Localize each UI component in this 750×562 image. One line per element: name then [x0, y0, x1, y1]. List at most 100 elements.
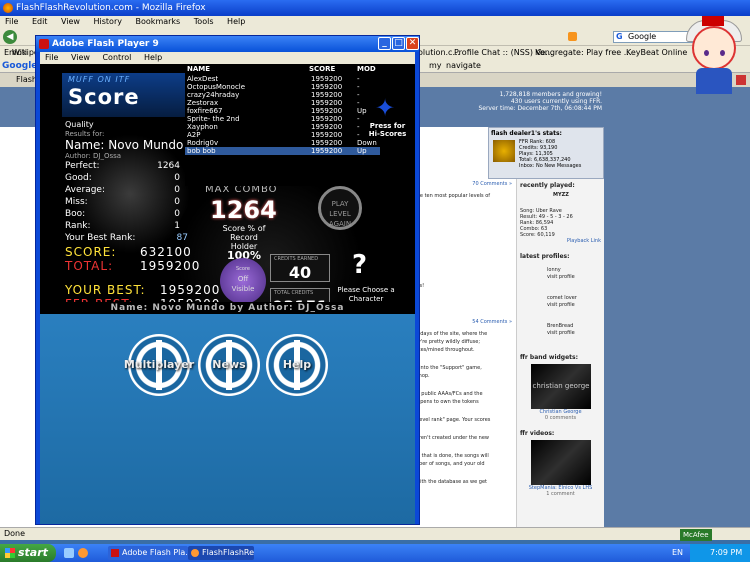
menu-file[interactable]: File	[5, 17, 18, 26]
menu-edit[interactable]: Edit	[32, 17, 48, 26]
stat-label-perfect: Perfect:	[65, 161, 100, 171]
board-header-score: SCORE	[309, 65, 336, 73]
board-row-score: 1959200	[311, 115, 343, 123]
menu-bookmarks[interactable]: Bookmarks	[136, 17, 181, 26]
recently-played-title: recently played:	[520, 182, 575, 189]
running-figure-icon[interactable]: ✦	[370, 94, 400, 122]
minimize-icon[interactable]: _	[378, 37, 391, 50]
total-credits-label: TOTAL CREDITS	[274, 290, 314, 296]
board-row: A2P 1959200 -	[185, 131, 380, 139]
language-indicator[interactable]: EN	[672, 544, 683, 562]
profile-name[interactable]: comet lover	[547, 295, 604, 302]
menu-history[interactable]: History	[94, 17, 122, 26]
maximize-icon[interactable]: □	[392, 37, 405, 50]
board-header-name: NAME	[187, 65, 211, 73]
stat-line: Server time: December 7th, 06:08:44 PM	[478, 105, 602, 112]
board-row-score: 1959200	[311, 147, 343, 155]
board-row-mod: -	[357, 99, 360, 107]
your-best-label: YOUR BEST:	[65, 283, 146, 297]
help-button[interactable]: Help	[266, 334, 328, 396]
help-label: Help	[282, 358, 312, 371]
stat-label-average: Average:	[65, 185, 105, 195]
firefox-task-icon	[191, 549, 199, 557]
score-visible-toggle[interactable]: Score Off Visible	[220, 258, 266, 304]
mascot-image	[680, 16, 746, 96]
board-row-mod: -	[357, 123, 360, 131]
google-my[interactable]: my	[429, 59, 442, 73]
board-row-name: bob bob	[187, 147, 216, 155]
band-thumbnail[interactable]: christian george	[531, 364, 591, 409]
board-row-name: OctopusMonocle	[187, 83, 246, 91]
multiplayer-button[interactable]: Multiplayer	[124, 334, 194, 396]
board-row-name: Zestorax	[187, 99, 219, 107]
flash-menu-help[interactable]: Help	[144, 53, 162, 62]
menu-panel: Multiplayer News Help	[40, 314, 415, 524]
site-header-stats: 1,728,818 members and growing! 430 users…	[478, 91, 602, 112]
menu-help[interactable]: Help	[227, 17, 245, 26]
playback-link[interactable]: Playback Link	[520, 238, 601, 244]
hi-scores-button[interactable]: Press for Hi-Scores	[365, 122, 410, 138]
board-row-score: 1959200	[311, 91, 343, 99]
back-arrow-icon[interactable]: ◀	[3, 30, 17, 44]
banner-subtitle: MUFF ON ITF	[68, 75, 131, 84]
stat-label-rank: Rank:	[65, 221, 91, 231]
character-question-icon[interactable]: ?	[352, 250, 367, 280]
profile-link[interactable]: visit profile	[547, 274, 604, 281]
best-rank-label: Your Best Rank:	[65, 233, 136, 243]
windows-taskbar: start Adobe Flash Pla... FlashFlashRevol…	[0, 544, 750, 562]
menu-view[interactable]: View	[61, 17, 80, 26]
profile-link[interactable]: visit profile	[547, 330, 604, 337]
quality-label[interactable]: Quality	[65, 120, 94, 129]
profile-link[interactable]: visit profile	[547, 302, 604, 309]
board-row-name: crazy24hraday	[187, 91, 240, 99]
board-row: OctopusMonocle 1959200 -	[185, 83, 380, 91]
board-row: Sprite- the 2nd 1959200 -	[185, 115, 380, 123]
flash-menubar: File View Control Help	[40, 52, 415, 64]
profile-name[interactable]: BrenBread	[547, 323, 604, 330]
start-button[interactable]: start	[0, 544, 56, 562]
taskbar-flash-player[interactable]: Adobe Flash Pla...	[108, 546, 188, 560]
stat-value-boo: 0	[174, 209, 180, 219]
news-button[interactable]: News	[198, 334, 260, 396]
clock[interactable]: 7:09 PM	[710, 548, 742, 557]
bookmark-item[interactable]: KeyBeat Online	[626, 46, 687, 59]
board-row-name: Xayphon	[187, 123, 218, 131]
google-navigate[interactable]: navigate	[446, 59, 481, 73]
taskbar-firefox[interactable]: FlashFlashRevol...	[188, 546, 254, 560]
quicklaunch-firefox-icon[interactable]	[78, 548, 88, 558]
flash-menu-view[interactable]: View	[71, 53, 90, 62]
google-logo[interactable]: Google	[2, 59, 37, 73]
flash-menu-control[interactable]: Control	[102, 53, 131, 62]
board-row-mod: -	[357, 91, 360, 99]
best-rank-value: 87	[176, 233, 188, 243]
board-row-score: 1959200	[311, 75, 343, 83]
quicklaunch-icon[interactable]	[64, 548, 74, 558]
results-for-label: Results for:	[65, 130, 105, 138]
firefox-statusbar: Done McAfee	[0, 527, 750, 541]
flash-menu-file[interactable]: File	[45, 53, 58, 62]
board-row-mod: Up	[357, 147, 367, 155]
score-value: 632100	[140, 245, 192, 259]
band-widgets-title: ffr band widgets:	[520, 354, 579, 361]
credits-earned-value: 40	[288, 263, 312, 282]
sidebar: recently played: MYZZ Song: Uber Rave Re…	[516, 179, 604, 527]
rss-icon[interactable]	[568, 32, 577, 41]
profile-name[interactable]: lonny	[547, 267, 604, 274]
visible-toggle-state: Off	[237, 275, 249, 283]
video-thumbnail[interactable]	[531, 440, 591, 485]
play-again-button[interactable]: PLAY LEVEL AGAIN	[318, 186, 362, 230]
firefox-titlebar: FlashFlashRevolution.com - Mozilla Firef…	[0, 0, 750, 16]
flash-title: Adobe Flash Player 9	[52, 39, 159, 49]
user-avatar[interactable]	[493, 140, 515, 162]
board-row-mod: -	[357, 83, 360, 91]
bookmark-item[interactable]: Kongregate: Play free ...	[535, 46, 631, 59]
firefox-icon	[3, 3, 13, 13]
board-row-mod: Up	[357, 107, 367, 115]
board-row: AlexDest 1959200 -	[185, 75, 380, 83]
mcafee-badge[interactable]: McAfee	[680, 529, 712, 541]
menu-tools[interactable]: Tools	[194, 17, 214, 26]
record-holder-box: Score % of Record Holder 100%	[220, 224, 268, 261]
stat-label-miss: Miss:	[65, 197, 88, 207]
close-icon[interactable]: ✕	[406, 37, 419, 50]
board-row: Xayphon 1959200 -	[185, 123, 380, 131]
